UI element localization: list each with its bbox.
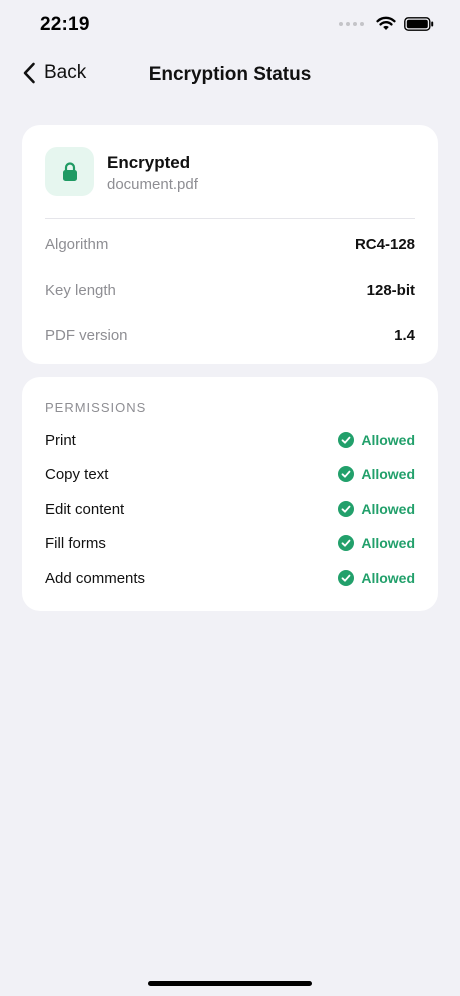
permission-row-copy-text: Copy text Allowed (45, 466, 415, 490)
detail-row-pdf-version: PDF version 1.4 (45, 327, 415, 351)
check-circle-icon (338, 432, 355, 448)
permission-status: Allowed (338, 432, 415, 448)
detail-value: RC4-128 (354, 236, 415, 253)
permission-row-add-comments: Add comments Allowed (45, 570, 415, 594)
permission-label: Fill forms (45, 535, 106, 552)
lock-tile (45, 147, 94, 196)
permission-status-text: Allowed (361, 501, 415, 517)
divider (45, 218, 415, 219)
section-title: PERMISSIONS (45, 400, 147, 415)
permission-status-text: Allowed (361, 535, 415, 551)
check-circle-icon (338, 501, 355, 517)
detail-value: 128-bit (366, 282, 415, 299)
home-indicator[interactable] (148, 981, 312, 986)
check-circle-icon (338, 466, 355, 482)
permission-row-fill-forms: Fill forms Allowed (45, 535, 415, 559)
status-bar: 22:19 (0, 0, 460, 52)
back-label: Back (44, 62, 87, 83)
permission-label: Print (45, 432, 76, 449)
nav-bar: Back Encryption Status (0, 52, 460, 98)
permission-status: Allowed (338, 501, 415, 517)
check-circle-icon (338, 570, 355, 586)
file-name: document.pdf (107, 176, 198, 193)
permission-label: Copy text (45, 466, 109, 483)
encryption-summary-card: Encrypted document.pdf Algorithm RC4-128… (22, 125, 438, 364)
lock-icon (62, 161, 77, 181)
permission-status: Allowed (338, 466, 415, 482)
permissions-card: PERMISSIONS Print Allowed Copy text Allo… (22, 377, 438, 611)
detail-value: 1.4 (394, 327, 415, 344)
permission-status-text: Allowed (361, 466, 415, 482)
battery-icon (404, 16, 434, 31)
status-time: 22:19 (40, 14, 90, 35)
file-header: Encrypted document.pdf (45, 147, 415, 197)
permission-label: Edit content (45, 501, 125, 518)
signal-dots-icon (339, 21, 364, 26)
encryption-status: Encrypted (107, 153, 191, 172)
detail-row-key-length: Key length 128-bit (45, 282, 415, 306)
detail-label: PDF version (45, 327, 128, 344)
permission-label: Add comments (45, 570, 146, 587)
permission-row-print: Print Allowed (45, 432, 415, 456)
check-circle-icon (338, 535, 355, 551)
permission-row-edit-content: Edit content Allowed (45, 501, 415, 525)
permission-status: Allowed (338, 535, 415, 551)
wifi-icon (376, 16, 396, 30)
permission-status-text: Allowed (361, 570, 415, 586)
detail-row-algorithm: Algorithm RC4-128 (45, 236, 415, 260)
detail-label: Key length (45, 282, 116, 299)
status-icons (339, 16, 434, 31)
back-button[interactable]: Back (22, 62, 86, 84)
chevron-left-icon (23, 62, 35, 84)
permission-status-text: Allowed (361, 432, 415, 448)
screen: 22:19 Back Encryption Status Encrypted d… (0, 0, 460, 996)
permission-status: Allowed (338, 570, 415, 586)
detail-label: Algorithm (45, 236, 109, 253)
